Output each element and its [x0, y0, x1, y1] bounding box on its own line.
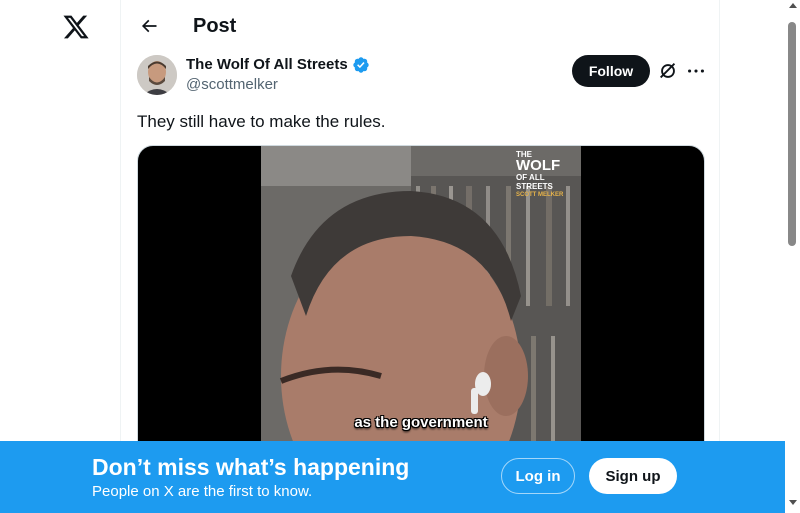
author-name-text: The Wolf Of All Streets [186, 56, 348, 73]
watermark-line: WOLF [516, 157, 561, 174]
back-button[interactable] [135, 12, 163, 40]
banner-title: Don’t miss what’s happening [92, 454, 410, 480]
post-text: They still have to make the rules. [137, 112, 386, 131]
follow-button[interactable]: Follow [572, 55, 650, 87]
arrow-left-icon [141, 19, 157, 33]
signup-button[interactable]: Sign up [589, 458, 677, 494]
more-options-icon[interactable] [685, 60, 707, 82]
verified-badge-icon [352, 57, 369, 73]
watermark-line: SCOTT MELKER [516, 192, 564, 198]
video-frame: THE WOLF OF ALL STREETS SCOTT MELKER as … [261, 146, 581, 466]
watermark-line: OF ALL STREETS [516, 173, 553, 191]
scrollbar-thumb[interactable] [788, 22, 796, 246]
main-column: Post The Wolf Of All Streets @scottmelke… [120, 0, 720, 513]
author-name[interactable]: The Wolf Of All Streets [186, 56, 370, 74]
scroll-up-arrow-icon[interactable] [789, 3, 797, 8]
page-scrollbar[interactable] [785, 0, 800, 513]
author-handle[interactable]: @scottmelker [186, 76, 278, 94]
watermark-logo: THE WOLF OF ALL STREETS SCOTT MELKER [516, 150, 581, 200]
banner-subtitle: People on X are the first to know. [92, 483, 313, 500]
grok-icon[interactable] [657, 60, 679, 82]
avatar[interactable] [137, 55, 177, 95]
login-button[interactable]: Log in [501, 458, 575, 494]
page-title: Post [193, 15, 237, 37]
page-header: Post [121, 0, 719, 52]
signup-banner: Don’t miss what’s happening People on X … [0, 441, 785, 513]
scroll-down-arrow-icon[interactable] [789, 500, 797, 505]
video-player[interactable]: THE WOLF OF ALL STREETS SCOTT MELKER as … [137, 145, 705, 467]
video-caption: as the government [354, 414, 488, 431]
x-logo-icon[interactable] [62, 13, 90, 41]
